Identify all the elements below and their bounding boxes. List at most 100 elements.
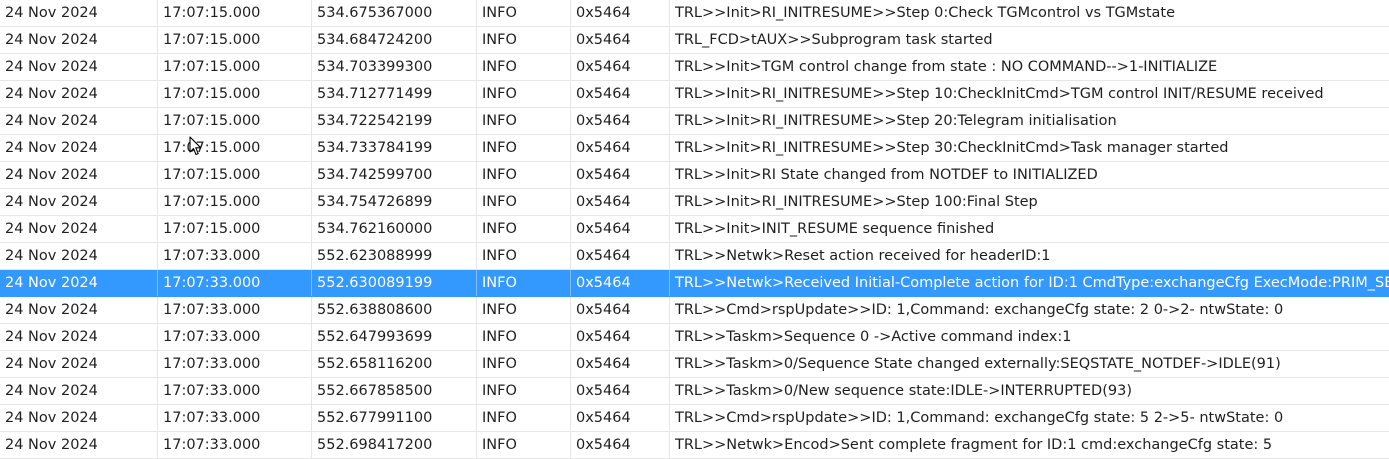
cell-id: 0x5464 [571, 324, 670, 350]
cell-id: 0x5464 [571, 0, 670, 26]
cell-message: TRL>>Init>RI_INITRESUME>>Step 30:CheckIn… [675, 140, 1229, 156]
cell-timestamp: 552.667858500 [312, 378, 477, 404]
cell-level: INFO [477, 108, 571, 134]
table-row[interactable]: 24 Nov 2024 17:07:33.000 552.658116200 I… [0, 351, 1389, 378]
cell-time: 17:07:15.000 [158, 135, 312, 161]
cell-date: 24 Nov 2024 [0, 81, 158, 107]
cell-id: 0x5464 [571, 108, 670, 134]
table-row[interactable]: 24 Nov 2024 17:07:15.000 534.684724200 I… [0, 27, 1389, 54]
cell-id: 0x5464 [571, 270, 670, 296]
cell-message: TRL>>Taskm>0/New sequence state:IDLE->IN… [675, 383, 1132, 399]
cell-time: 17:07:15.000 [158, 81, 312, 107]
cell-message: TRL>>Cmd>rspUpdate>>ID: 1,Command: excha… [675, 302, 1284, 318]
cell-time: 17:07:15.000 [158, 54, 312, 80]
cell-message: TRL>>Init>RI_INITRESUME>>Step 10:CheckIn… [675, 86, 1324, 102]
cell-id: 0x5464 [571, 135, 670, 161]
table-row[interactable]: 24 Nov 2024 17:07:15.000 534.722542199 I… [0, 108, 1389, 135]
cell-timestamp: 552.630089199 [312, 270, 477, 296]
cell-time: 17:07:33.000 [158, 405, 312, 431]
cell-time: 17:07:33.000 [158, 432, 312, 458]
cell-date: 24 Nov 2024 [0, 189, 158, 215]
table-row[interactable]: 24 Nov 2024 17:07:15.000 534.733784199 I… [0, 135, 1389, 162]
cell-date: 24 Nov 2024 [0, 135, 158, 161]
cell-id: 0x5464 [571, 54, 670, 80]
cell-level: INFO [477, 378, 571, 404]
cell-message: TRL>>Cmd>rspUpdate>>ID: 1,Command: excha… [675, 410, 1284, 426]
cell-level: INFO [477, 297, 571, 323]
table-row[interactable]: 24 Nov 2024 17:07:15.000 534.762160000 I… [0, 216, 1389, 243]
cell-timestamp: 534.722542199 [312, 108, 477, 134]
table-row[interactable]: 24 Nov 2024 17:07:33.000 552.623088999 I… [0, 243, 1389, 270]
cell-level: INFO [477, 189, 571, 215]
cell-message: TRL>>Netwk>Reset action received for hea… [675, 248, 1051, 264]
table-row[interactable]: 24 Nov 2024 17:07:33.000 552.630089199 I… [0, 270, 1389, 297]
cell-date: 24 Nov 2024 [0, 243, 158, 269]
cell-timestamp: 534.742599700 [312, 162, 477, 188]
table-row[interactable]: 24 Nov 2024 17:07:33.000 552.638808600 I… [0, 297, 1389, 324]
table-row[interactable]: 24 Nov 2024 17:07:33.000 552.647993699 I… [0, 324, 1389, 351]
table-row[interactable]: 24 Nov 2024 17:07:15.000 534.742599700 I… [0, 162, 1389, 189]
cell-level: INFO [477, 270, 571, 296]
cell-id: 0x5464 [571, 378, 670, 404]
cell-message: TRL>>Netwk>Encod>Sent complete fragment … [675, 437, 1273, 453]
cell-message: TRL>>Init>RI_INITRESUME>>Step 0:Check TG… [675, 5, 1176, 21]
cell-message: TRL>>Init>RI_INITRESUME>>Step 20:Telegra… [675, 113, 1117, 129]
cell-level: INFO [477, 81, 571, 107]
cell-date: 24 Nov 2024 [0, 324, 158, 350]
cell-date: 24 Nov 2024 [0, 297, 158, 323]
cell-id: 0x5464 [571, 189, 670, 215]
cell-id: 0x5464 [571, 27, 670, 53]
cell-time: 17:07:15.000 [158, 108, 312, 134]
cell-time: 17:07:33.000 [158, 297, 312, 323]
cell-time: 17:07:33.000 [158, 243, 312, 269]
table-row[interactable]: 24 Nov 2024 17:07:15.000 534.754726899 I… [0, 189, 1389, 216]
cell-timestamp: 552.647993699 [312, 324, 477, 350]
cell-timestamp: 534.754726899 [312, 189, 477, 215]
cell-message: TRL>>Init>RI State changed from NOTDEF t… [675, 167, 1098, 183]
cell-level: INFO [477, 54, 571, 80]
cell-time: 17:07:33.000 [158, 324, 312, 350]
cell-timestamp: 534.762160000 [312, 216, 477, 242]
cell-date: 24 Nov 2024 [0, 216, 158, 242]
cell-message: TRL>>Taskm>Sequence 0 ->Active command i… [675, 329, 1072, 345]
cell-date: 24 Nov 2024 [0, 0, 158, 26]
cell-id: 0x5464 [571, 81, 670, 107]
table-row[interactable]: 24 Nov 2024 17:07:33.000 552.677991100 I… [0, 405, 1389, 432]
cell-id: 0x5464 [571, 162, 670, 188]
cell-level: INFO [477, 432, 571, 458]
cell-level: INFO [477, 405, 571, 431]
cell-level: INFO [477, 351, 571, 377]
cell-date: 24 Nov 2024 [0, 351, 158, 377]
cell-timestamp: 534.712771499 [312, 81, 477, 107]
cell-timestamp: 534.684724200 [312, 27, 477, 53]
cell-message: TRL>>Init>RI_INITRESUME>>Step 100:Final … [675, 194, 1038, 210]
cell-time: 17:07:15.000 [158, 162, 312, 188]
cell-id: 0x5464 [571, 243, 670, 269]
cell-timestamp: 552.638808600 [312, 297, 477, 323]
cell-timestamp: 534.703399300 [312, 54, 477, 80]
cell-time: 17:07:33.000 [158, 378, 312, 404]
cell-date: 24 Nov 2024 [0, 432, 158, 458]
cell-message: TRL>>Init>TGM control change from state … [675, 59, 1218, 75]
table-row[interactable]: 24 Nov 2024 17:07:15.000 534.675367000 I… [0, 0, 1389, 27]
cell-time: 17:07:15.000 [158, 0, 312, 26]
cell-timestamp: 534.733784199 [312, 135, 477, 161]
cell-date: 24 Nov 2024 [0, 27, 158, 53]
cell-id: 0x5464 [571, 216, 670, 242]
cell-time: 17:07:15.000 [158, 189, 312, 215]
table-row[interactable]: 24 Nov 2024 17:07:15.000 534.712771499 I… [0, 81, 1389, 108]
cell-level: INFO [477, 162, 571, 188]
cell-level: INFO [477, 243, 571, 269]
table-row[interactable]: 24 Nov 2024 17:07:33.000 552.698417200 I… [0, 432, 1389, 459]
cell-date: 24 Nov 2024 [0, 54, 158, 80]
cell-date: 24 Nov 2024 [0, 405, 158, 431]
cell-date: 24 Nov 2024 [0, 378, 158, 404]
cell-date: 24 Nov 2024 [0, 270, 158, 296]
cell-date: 24 Nov 2024 [0, 108, 158, 134]
cell-level: INFO [477, 135, 571, 161]
table-row[interactable]: 24 Nov 2024 17:07:33.000 552.667858500 I… [0, 378, 1389, 405]
cell-level: INFO [477, 216, 571, 242]
cell-message: TRL>>Init>INIT_RESUME sequence finished [675, 221, 995, 237]
cell-message: TRL>>Netwk>Received Initial-Complete act… [675, 275, 1389, 291]
table-row[interactable]: 24 Nov 2024 17:07:15.000 534.703399300 I… [0, 54, 1389, 81]
